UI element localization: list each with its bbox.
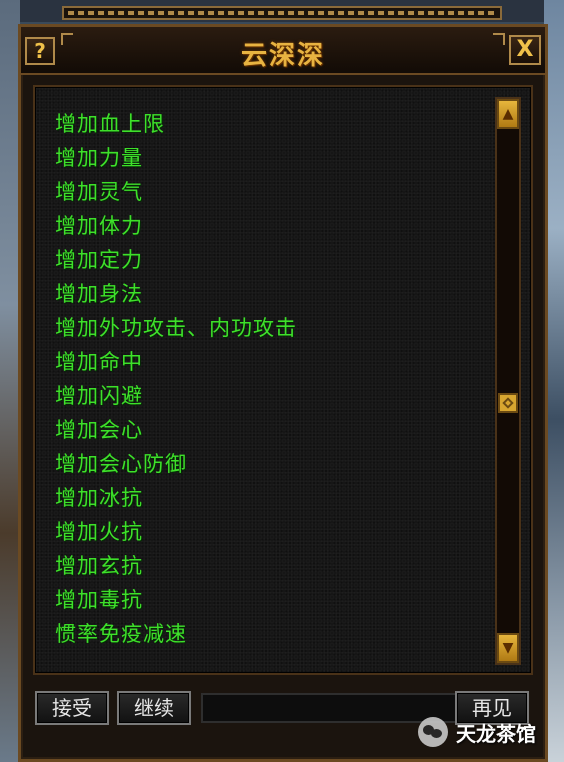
- title-bar: ? 云深深 X: [21, 27, 545, 75]
- corner-ornament-right: [493, 33, 505, 45]
- continue-button[interactable]: 继续: [117, 691, 191, 725]
- list-item: 增加火抗: [55, 520, 143, 544]
- list-item: 增加玄抗: [55, 554, 143, 578]
- list-item: 增加力量: [55, 146, 143, 170]
- vertical-scrollbar[interactable]: ▲ ▼: [495, 97, 521, 665]
- list-item: 增加灵气: [55, 180, 143, 204]
- list-item: 惯率免疫减速: [55, 622, 187, 646]
- list-item: 增加血上限: [55, 112, 165, 136]
- list-item: 增加命中: [55, 350, 143, 374]
- list-item: 增加闪避: [55, 384, 143, 408]
- wechat-icon: [418, 717, 448, 747]
- background-left: [0, 0, 20, 762]
- top-ornament-bar: [62, 6, 502, 20]
- list-item: 增加身法: [55, 282, 143, 306]
- accept-button[interactable]: 接受: [35, 691, 109, 725]
- list-item: 增加冰抗: [55, 486, 143, 510]
- list-item: 增加外功攻击、内功攻击: [55, 316, 297, 340]
- list-item: 增加会心: [55, 418, 143, 442]
- list-item: 增加定力: [55, 248, 143, 272]
- list-item: 增加会心防御: [55, 452, 187, 476]
- watermark: 天龙茶馆: [418, 714, 536, 750]
- list-item: 增加体力: [55, 214, 143, 238]
- scroll-thumb[interactable]: [498, 393, 518, 413]
- effects-list: 增加血上限 增加力量 增加灵气 增加体力 增加定力 增加身法 增加外功攻击、内功…: [55, 107, 297, 651]
- content-panel: 增加血上限 增加力量 增加灵气 增加体力 增加定力 增加身法 增加外功攻击、内功…: [33, 85, 533, 675]
- list-item: 增加毒抗: [55, 588, 143, 612]
- watermark-text: 天龙茶馆: [456, 721, 536, 746]
- scroll-down-icon[interactable]: ▼: [497, 633, 519, 663]
- close-button[interactable]: X: [509, 35, 541, 65]
- dialog-title: 云深深: [240, 41, 325, 71]
- scroll-up-icon[interactable]: ▲: [497, 99, 519, 129]
- npc-dialog-window: ? 云深深 X 增加血上限 增加力量 增加灵气 增加体力 增加定力 增加身法 增…: [18, 24, 548, 762]
